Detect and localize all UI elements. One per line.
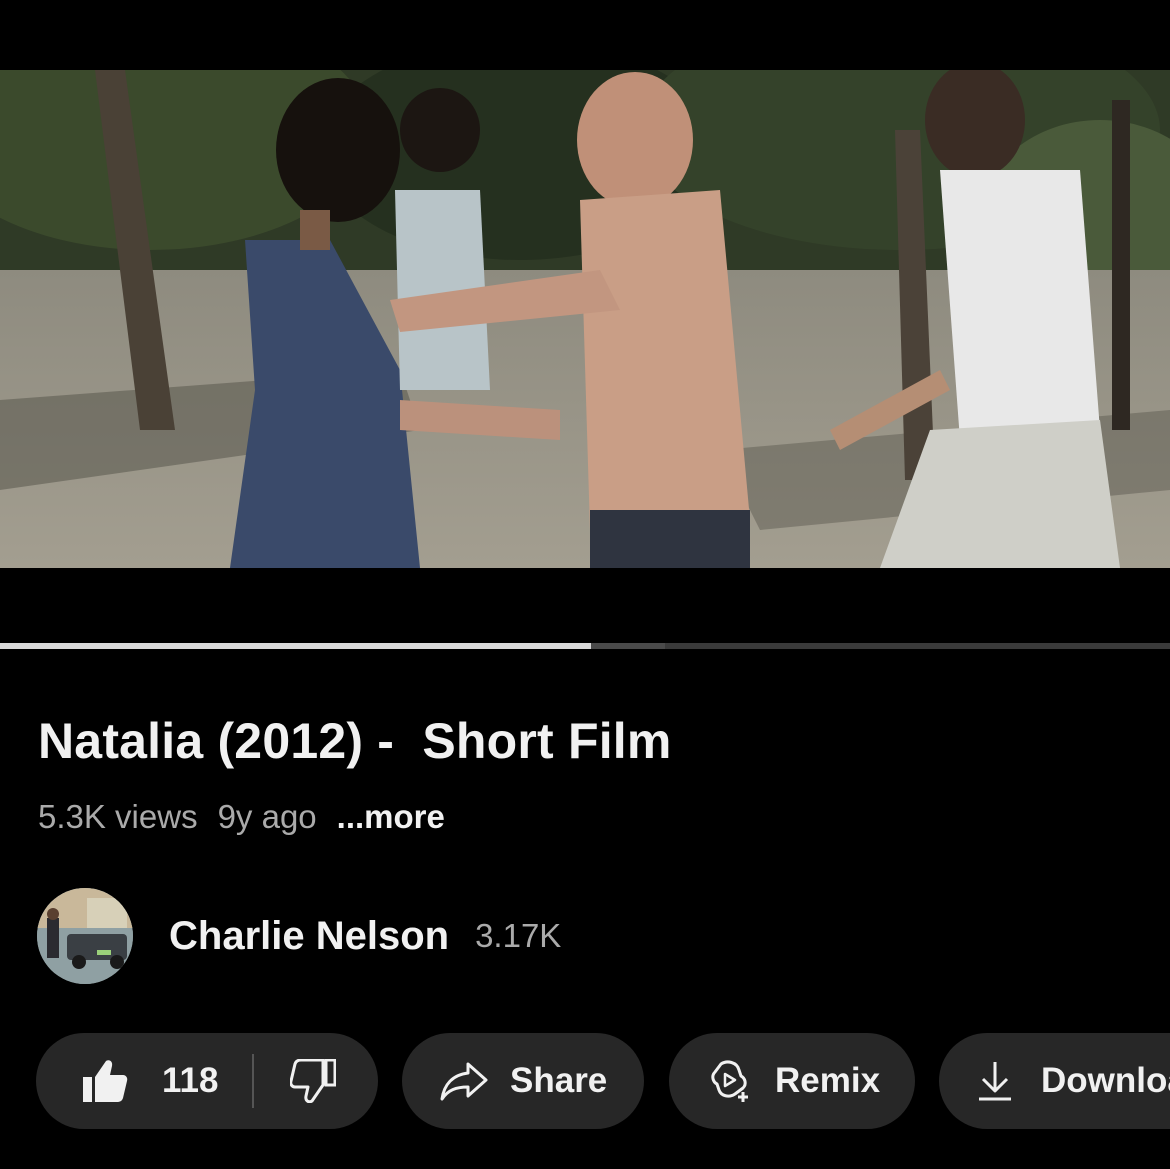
like-count: 118 bbox=[162, 1061, 219, 1100]
dislike-button[interactable] bbox=[254, 1033, 337, 1129]
video-player[interactable] bbox=[0, 70, 1170, 568]
upload-age: 9y ago bbox=[217, 798, 317, 835]
subscriber-count: 3.17K bbox=[475, 917, 562, 954]
video-frame bbox=[0, 70, 1170, 568]
remix-label: Remix bbox=[775, 1061, 881, 1100]
progress-bar[interactable] bbox=[0, 643, 1170, 649]
channel-avatar[interactable] bbox=[37, 888, 133, 984]
like-button[interactable]: 118 bbox=[36, 1033, 218, 1129]
video-meta: 5.3K views 9y ago ...more bbox=[38, 798, 465, 836]
remix-icon bbox=[707, 1058, 753, 1104]
share-button[interactable]: Share bbox=[402, 1033, 644, 1129]
share-arrow-icon bbox=[440, 1061, 488, 1101]
video-title: Natalia (2012) - Short Film bbox=[38, 713, 672, 769]
channel-row[interactable]: Charlie Nelson 3.17K bbox=[37, 888, 561, 984]
download-button[interactable]: Download bbox=[939, 1033, 1170, 1129]
download-label: Download bbox=[1041, 1061, 1170, 1100]
like-dislike-group: 118 bbox=[36, 1033, 378, 1129]
video-watch-page: Natalia (2012) - Short Film 5.3K views 9y… bbox=[0, 0, 1170, 1169]
progress-played bbox=[0, 643, 591, 649]
share-label: Share bbox=[510, 1061, 608, 1100]
channel-name[interactable]: Charlie Nelson bbox=[169, 914, 449, 959]
thumbs-down-icon bbox=[290, 1059, 337, 1103]
remix-button[interactable]: Remix bbox=[669, 1033, 915, 1129]
download-icon bbox=[977, 1060, 1013, 1102]
view-count: 5.3K views bbox=[38, 798, 198, 835]
thumbs-up-icon bbox=[82, 1059, 128, 1103]
more-link[interactable]: ...more bbox=[337, 798, 445, 835]
